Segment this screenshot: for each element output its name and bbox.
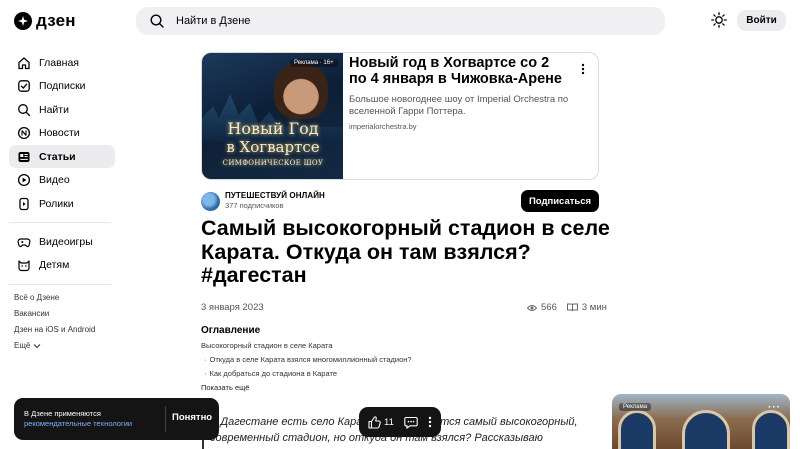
- article-stats: 566 3 мин: [527, 302, 607, 313]
- sidebar-item-label: Главная: [39, 56, 79, 69]
- dzen-logo[interactable]: дзен: [14, 11, 76, 31]
- toc-bullet: ·: [204, 369, 207, 378]
- cookie-ok-button[interactable]: Понятно: [172, 412, 212, 423]
- toc-subitem-label: Как добраться до стадиона в Карате: [209, 369, 338, 378]
- comment-icon[interactable]: [404, 416, 418, 429]
- sidebar-item-label: Новости: [39, 126, 80, 139]
- more-links-toggle[interactable]: Ещё: [14, 341, 41, 350]
- dzen-logo-icon: [14, 12, 32, 30]
- more-vertical-icon[interactable]: [428, 416, 432, 428]
- chevron-down-icon: [33, 343, 41, 348]
- more-label: Ещё: [14, 341, 31, 350]
- sidebar-item-search[interactable]: Найти: [9, 98, 115, 121]
- home-icon: [18, 56, 30, 69]
- cookie-text: В Дзене применяются рекомендательные тех…: [24, 409, 132, 429]
- recommendation-tech-link[interactable]: рекомендательные технологии: [24, 419, 132, 429]
- sidebar-item-label: Видеоигры: [39, 235, 93, 248]
- ad-image-title-line1: Новый Год: [227, 119, 319, 138]
- about-link[interactable]: Всё о Дзене: [14, 293, 59, 302]
- toc-heading: Оглавление: [201, 325, 261, 336]
- ad-badge: Реклама · 16+: [290, 59, 338, 67]
- side-ad-card[interactable]: Реклама ···: [612, 394, 790, 449]
- search-icon: [18, 103, 31, 116]
- channel-avatar[interactable]: [201, 192, 220, 211]
- toc-subitem[interactable]: · Как добраться до стадиона в Карате: [204, 369, 337, 378]
- apps-link[interactable]: Дзен на iOS и Android: [14, 325, 95, 334]
- like-button[interactable]: 11: [368, 415, 394, 429]
- toc-subitem-label: Откуда в селе Карата взялся многомиллион…: [209, 355, 412, 364]
- ad-heading[interactable]: Новый год в Хогвартсе со 2 по 4 января в…: [349, 55, 569, 87]
- ad-url[interactable]: imperialorchestra.by: [349, 122, 569, 131]
- ad-image-title-line2: в Хогвартсе: [226, 138, 320, 156]
- read-time: 3 мин: [581, 302, 607, 313]
- sidebar-item-label: Видео: [39, 173, 70, 186]
- ad-description: Большое новогоднее шоу от Imperial Orche…: [349, 94, 569, 117]
- likes-count: 11: [384, 416, 394, 428]
- gamepad-icon: [17, 237, 31, 247]
- subscriptions-icon: [18, 79, 30, 92]
- sidebar-item-label: Подписки: [39, 79, 86, 92]
- video-icon: [17, 173, 31, 186]
- toc-bullet: ·: [204, 355, 207, 364]
- side-ad-badge: Реклама: [619, 403, 652, 411]
- cookie-text-line: В Дзене применяются: [24, 409, 101, 418]
- sidebar-item-subscriptions[interactable]: Подписки: [9, 74, 115, 97]
- ad-image[interactable]: Реклама · 16+ Новый Год в Хогвартсе СИМФ…: [202, 53, 343, 179]
- toc-item[interactable]: Высокогорный стадион в селе Карата: [201, 341, 333, 350]
- sidebar-item-label: Детям: [39, 258, 70, 271]
- sidebar-item-label: Ролики: [39, 197, 74, 210]
- vacancies-link[interactable]: Вакансии: [14, 309, 49, 318]
- article-date: 3 января 2023: [201, 302, 264, 313]
- article-title: Самый высокогорный стадион в селе Карата…: [201, 216, 610, 287]
- ad-image-title-line3: СИМФОНИЧЕСКОЕ ШОУ: [222, 159, 324, 167]
- more-horizontal-icon[interactable]: ···: [768, 402, 781, 413]
- sidebar-item-label: Статьи: [39, 150, 76, 163]
- sidebar-divider: [9, 284, 111, 285]
- eye-icon: [527, 304, 537, 311]
- toc-show-more[interactable]: Показать ещё: [201, 383, 249, 392]
- portrait-shape: [274, 63, 328, 119]
- ad-card[interactable]: Реклама · 16+ Новый Год в Хогвартсе СИМФ…: [201, 52, 599, 180]
- subscribe-button[interactable]: Подписаться: [521, 190, 599, 212]
- logo-text: дзен: [36, 11, 76, 30]
- window-arch: [682, 410, 730, 449]
- news-icon: [17, 126, 31, 139]
- search-input[interactable]: [176, 15, 576, 27]
- toc-subitem[interactable]: · Откуда в селе Карата взялся многомиллио…: [204, 355, 412, 364]
- sidebar-divider: [9, 222, 111, 223]
- sidebar-item-news[interactable]: Новости: [9, 121, 115, 144]
- article-action-bar: 11: [359, 407, 441, 437]
- sidebar-item-clips[interactable]: Ролики: [9, 192, 115, 215]
- clips-icon: [19, 197, 29, 210]
- kids-icon: [18, 259, 30, 271]
- cookie-notice: В Дзене применяются рекомендательные тех…: [14, 398, 219, 440]
- cookie-separator: [165, 406, 166, 432]
- sidebar-item-label: Найти: [39, 103, 69, 116]
- sidebar-item-home[interactable]: Главная: [9, 51, 115, 74]
- search-bar[interactable]: [136, 7, 665, 35]
- ad-text: Новый год в Хогвартсе со 2 по 4 января в…: [349, 55, 569, 131]
- login-button[interactable]: Войти: [737, 10, 786, 31]
- theme-toggle-sun-icon[interactable]: [711, 12, 727, 28]
- sidebar-item-videogames[interactable]: Видеоигры: [9, 230, 115, 253]
- sidebar-item-kids[interactable]: Детям: [9, 253, 115, 276]
- articles-icon: [18, 151, 30, 162]
- window-arch: [618, 410, 656, 449]
- views-count: 566: [541, 302, 557, 313]
- book-icon: [566, 303, 578, 312]
- sidebar-item-articles[interactable]: Статьи: [9, 145, 115, 168]
- search-icon: [150, 14, 164, 28]
- sidebar-item-video[interactable]: Видео: [9, 168, 115, 191]
- channel-subscribers: 377 подписчиков: [225, 201, 284, 210]
- channel-name[interactable]: ПУТЕШЕСТВУЙ ОНЛАЙН: [225, 191, 325, 200]
- ad-image-title: Новый Год в Хогвартсе СИМФОНИЧЕСКОЕ ШОУ: [208, 119, 338, 168]
- thumbs-up-icon: [368, 415, 381, 429]
- window-arch: [752, 410, 790, 449]
- more-vertical-icon[interactable]: [581, 63, 585, 75]
